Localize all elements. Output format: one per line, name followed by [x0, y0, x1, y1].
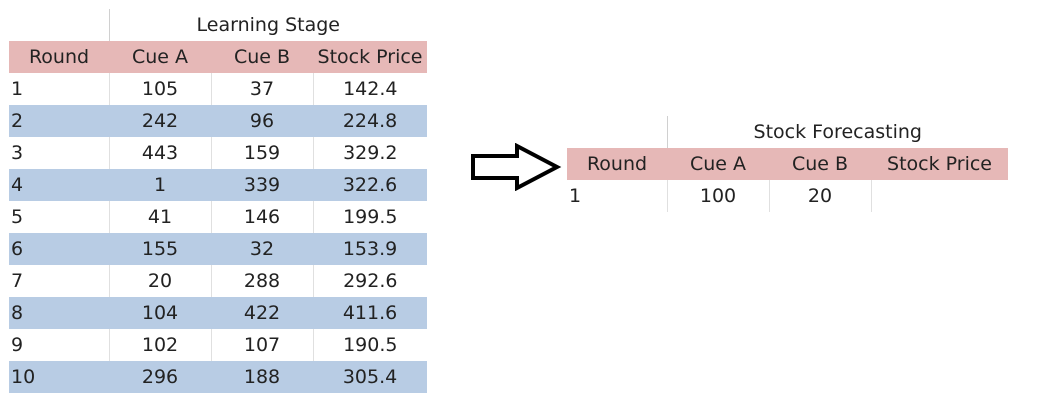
header-stock-price: Stock Price [313, 41, 428, 73]
cell-cue-b: 288 [211, 265, 314, 297]
stock-forecasting-body: Stock Forecasting Round Cue A Cue B Stoc… [567, 116, 1009, 212]
title-row: Learning Stage [9, 9, 427, 41]
cell-stock-price: 153.9 [313, 233, 428, 265]
cell-round: 4 [9, 169, 109, 201]
table-row: 7 20 288 292.6 [9, 265, 427, 297]
table-row: 10 296 188 305.4 [9, 361, 428, 393]
header-cue-a: Cue A [667, 148, 769, 180]
cell-stock-price: 411.6 [313, 297, 428, 329]
cell-stock-price: 329.2 [343, 142, 398, 164]
cell-cue-a: 1 [109, 169, 211, 201]
stock-forecasting-title: Stock Forecasting [753, 121, 922, 143]
cell-round: 6 [9, 233, 109, 265]
cell-cue-b: 159 [211, 137, 314, 169]
cell-cue-a: 443 [109, 137, 212, 169]
cell-round: 2 [9, 105, 109, 137]
cell-round: 1 [9, 73, 110, 105]
cell-cue-b: 37 [211, 73, 314, 105]
learning-stage-body: Learning Stage Round Cue A Cue B Stock P… [9, 9, 428, 393]
title-spacer [567, 116, 668, 148]
learning-stage-title: Learning Stage [196, 14, 340, 36]
cell-cue-b: 107 [211, 329, 314, 361]
table-row: 6 155 32 153.9 [9, 233, 428, 265]
cell-cue-b: 146 [211, 201, 314, 233]
header-cue-a: Cue A [109, 41, 211, 73]
table-row: 9 102 107 190.5 [9, 329, 427, 361]
cell-round: 9 [9, 329, 110, 361]
cell-stock-price: 224.8 [313, 105, 428, 137]
cell-round: 7 [9, 265, 110, 297]
header-cue-b: Cue B [211, 41, 313, 73]
cell-stock-price: 190.5 [343, 334, 398, 356]
learning-stage-table: Learning Stage Round Cue A Cue B Stock P… [9, 9, 428, 393]
title-row: Stock Forecasting [567, 116, 1008, 148]
cell-round: 5 [9, 201, 110, 233]
cell-cue-b: 188 [211, 361, 313, 393]
cell-stock-price: 199.5 [343, 206, 398, 228]
table-row: 5 41 146 199.5 [9, 201, 427, 233]
cell-cue-b: 339 [211, 169, 313, 201]
header-round: Round [567, 148, 667, 180]
cell-round: 3 [9, 137, 110, 169]
cell-cue-a: 102 [109, 329, 212, 361]
cell-cue-a: 242 [109, 105, 211, 137]
header-cue-b: Cue B [769, 148, 871, 180]
cell-cue-b: 20 [769, 180, 872, 212]
header-row: Round Cue A Cue B Stock Price [567, 148, 1009, 180]
table-row: 1 100 20 [567, 180, 1008, 212]
cell-cue-a: 155 [109, 233, 211, 265]
cell-cue-a: 41 [109, 201, 212, 233]
cell-stock-price: 142.4 [343, 78, 398, 100]
header-stock-price: Stock Price [871, 148, 1009, 180]
header-row: Round Cue A Cue B Stock Price [9, 41, 428, 73]
table-row: 3 443 159 329.2 [9, 137, 427, 169]
cell-cue-a: 20 [109, 265, 212, 297]
table-row: 8 104 422 411.6 [9, 297, 428, 329]
cell-cue-b: 96 [211, 105, 313, 137]
title-spacer [9, 9, 110, 41]
cell-cue-a: 104 [109, 297, 211, 329]
table-row: 4 1 339 322.6 [9, 169, 428, 201]
cell-cue-b: 32 [211, 233, 313, 265]
cell-stock-price: 322.6 [313, 169, 428, 201]
stock-forecasting-table: Stock Forecasting Round Cue A Cue B Stoc… [567, 116, 1009, 212]
cell-stock-price: 292.6 [343, 270, 398, 292]
cell-cue-a: 100 [667, 180, 770, 212]
cell-cue-b: 422 [211, 297, 313, 329]
cell-cue-a: 296 [109, 361, 211, 393]
cell-round: 10 [9, 361, 109, 393]
cell-round: 1 [567, 180, 668, 212]
cell-cue-a: 105 [109, 73, 212, 105]
cell-stock-price: 305.4 [313, 361, 428, 393]
table-row: 1 105 37 142.4 [9, 73, 427, 105]
right-arrow-icon [471, 143, 562, 191]
table-row: 2 242 96 224.8 [9, 105, 428, 137]
cell-round: 8 [9, 297, 109, 329]
cell-stock-price [871, 180, 1008, 212]
header-round: Round [9, 41, 109, 73]
